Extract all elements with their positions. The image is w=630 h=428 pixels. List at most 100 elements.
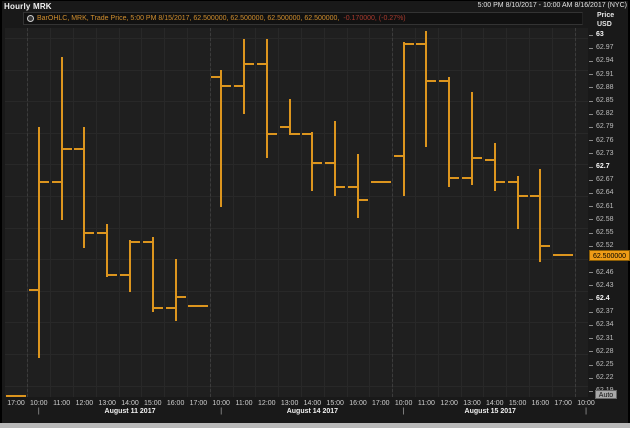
ohlc-open-tick[interactable] bbox=[120, 274, 131, 276]
ohlc-open-tick[interactable] bbox=[416, 43, 427, 45]
gridline-vertical bbox=[255, 28, 256, 397]
series-bullet-icon[interactable] bbox=[27, 15, 34, 22]
ohlc-bar-range[interactable] bbox=[517, 176, 519, 229]
price-axis[interactable]: Price USD 6362.9762.9462.9162.8862.8562.… bbox=[588, 0, 630, 423]
ohlc-bar-range[interactable] bbox=[129, 240, 131, 293]
ohlc-close-tick[interactable] bbox=[334, 186, 345, 188]
price-tick-mark bbox=[589, 127, 593, 128]
ohlc-close-tick[interactable] bbox=[106, 274, 117, 276]
ohlc-close-tick[interactable] bbox=[448, 177, 459, 179]
price-tick-mark bbox=[589, 378, 593, 379]
gridline-vertical bbox=[119, 28, 120, 397]
ohlc-open-tick[interactable] bbox=[74, 148, 85, 150]
gridline-horizontal bbox=[5, 38, 588, 39]
ohlc-open-tick[interactable] bbox=[530, 195, 541, 197]
ohlc-close-tick[interactable] bbox=[129, 241, 140, 243]
ohlc-bar-range[interactable] bbox=[83, 127, 85, 248]
ohlc-bar-range[interactable] bbox=[61, 57, 63, 220]
series-legend-row[interactable]: BarOHLC, MRK, Trade Price, 5:00 PM 8/15/… bbox=[23, 12, 583, 25]
price-tick-mark bbox=[589, 299, 593, 300]
ohlc-bar-range[interactable] bbox=[448, 77, 450, 187]
ohlc-close-tick[interactable] bbox=[471, 157, 482, 159]
ohlc-close-tick[interactable] bbox=[83, 232, 94, 234]
time-tick-label: 10:00 bbox=[577, 400, 595, 407]
ohlc-open-tick[interactable] bbox=[348, 186, 359, 188]
gridline-vertical bbox=[483, 28, 484, 397]
time-tick-label: 14:00 bbox=[486, 400, 504, 407]
ohlc-bar-range[interactable] bbox=[289, 99, 291, 134]
ohlc-open-tick[interactable] bbox=[52, 181, 63, 183]
ohlc-close-tick[interactable] bbox=[539, 245, 550, 247]
ohlc-close-tick[interactable] bbox=[61, 148, 72, 150]
ohlc-open-tick[interactable] bbox=[143, 241, 154, 243]
ohlc-close-tick[interactable] bbox=[289, 133, 300, 135]
price-tick-mark bbox=[589, 35, 593, 36]
ohlc-open-tick[interactable] bbox=[508, 181, 519, 183]
ohlc-close-tick[interactable] bbox=[152, 307, 163, 309]
session-break-line bbox=[210, 28, 211, 397]
gridline-vertical bbox=[187, 28, 188, 397]
ohlc-bar-range[interactable] bbox=[334, 121, 336, 196]
ohlc-open-tick[interactable] bbox=[280, 126, 291, 128]
ohlc-bar-range[interactable] bbox=[243, 39, 245, 114]
ohlc-close-tick[interactable] bbox=[517, 195, 528, 197]
ohlc-bar-range[interactable] bbox=[152, 237, 154, 312]
price-tick-mark bbox=[589, 180, 593, 181]
ohlc-close-tick[interactable] bbox=[311, 162, 322, 164]
ohlc-bar-range[interactable] bbox=[220, 70, 222, 206]
ohlc-close-tick[interactable] bbox=[425, 80, 436, 82]
gridline-horizontal bbox=[5, 259, 588, 260]
ohlc-bar-range[interactable] bbox=[425, 31, 427, 148]
ohlc-bar-range[interactable] bbox=[539, 169, 541, 261]
ohlc-close-tick[interactable] bbox=[220, 85, 231, 87]
gridline-vertical bbox=[164, 28, 165, 397]
day-separator-tick: | bbox=[220, 408, 222, 415]
ohlc-bar-range[interactable] bbox=[38, 127, 40, 358]
price-tick-mark bbox=[589, 219, 593, 220]
ohlc-open-tick[interactable] bbox=[325, 162, 336, 164]
price-axis-title-line1: Price bbox=[597, 12, 614, 19]
ohlc-chart-plot-area[interactable] bbox=[5, 28, 588, 397]
ohlc-close-tick[interactable] bbox=[38, 181, 49, 183]
ohlc-open-tick[interactable] bbox=[302, 133, 313, 135]
ohlc-open-tick[interactable] bbox=[234, 85, 245, 87]
ohlc-bar-flat[interactable] bbox=[371, 181, 391, 183]
ohlc-open-tick[interactable] bbox=[439, 80, 450, 82]
ohlc-close-tick[interactable] bbox=[403, 43, 414, 45]
auto-scale-button[interactable]: Auto bbox=[595, 390, 617, 399]
ohlc-open-tick[interactable] bbox=[462, 177, 473, 179]
ohlc-bar-range[interactable] bbox=[471, 92, 473, 184]
ohlc-open-tick[interactable] bbox=[485, 159, 496, 161]
ohlc-bar-flat[interactable] bbox=[188, 305, 208, 307]
price-tick-label: 62.37 bbox=[596, 308, 614, 315]
price-tick-mark bbox=[589, 246, 593, 247]
ohlc-close-tick[interactable] bbox=[243, 63, 254, 65]
price-tick-label: 62.31 bbox=[596, 335, 614, 342]
ohlc-bar-flat[interactable] bbox=[6, 395, 26, 397]
price-tick-mark bbox=[589, 61, 593, 62]
ohlc-close-tick[interactable] bbox=[175, 296, 186, 298]
ohlc-bar-range[interactable] bbox=[403, 42, 405, 196]
ohlc-bar-range[interactable] bbox=[175, 259, 177, 321]
ohlc-open-tick[interactable] bbox=[394, 155, 405, 157]
ohlc-close-tick[interactable] bbox=[357, 199, 368, 201]
ohlc-open-tick[interactable] bbox=[211, 76, 222, 78]
ohlc-close-tick[interactable] bbox=[494, 181, 505, 183]
time-tick-label: 13:00 bbox=[98, 400, 116, 407]
session-break-line bbox=[27, 28, 28, 397]
ohlc-open-tick[interactable] bbox=[29, 289, 40, 291]
session-break-line bbox=[575, 28, 576, 397]
ohlc-bar-flat[interactable] bbox=[553, 254, 573, 256]
ohlc-close-tick[interactable] bbox=[266, 133, 277, 135]
price-tick-mark bbox=[589, 167, 593, 168]
gridline-horizontal bbox=[5, 101, 588, 102]
series-description: BarOHLC, MRK, Trade Price, 5:00 PM 8/15/… bbox=[37, 15, 339, 22]
price-tick-label: 62.85 bbox=[596, 97, 614, 104]
ohlc-open-tick[interactable] bbox=[166, 307, 177, 309]
ohlc-bar-range[interactable] bbox=[266, 39, 268, 158]
price-tick-mark bbox=[589, 272, 593, 273]
ohlc-open-tick[interactable] bbox=[97, 232, 108, 234]
ohlc-bar-range[interactable] bbox=[494, 143, 496, 191]
time-tick-label: 14:00 bbox=[304, 400, 322, 407]
ohlc-open-tick[interactable] bbox=[257, 63, 268, 65]
